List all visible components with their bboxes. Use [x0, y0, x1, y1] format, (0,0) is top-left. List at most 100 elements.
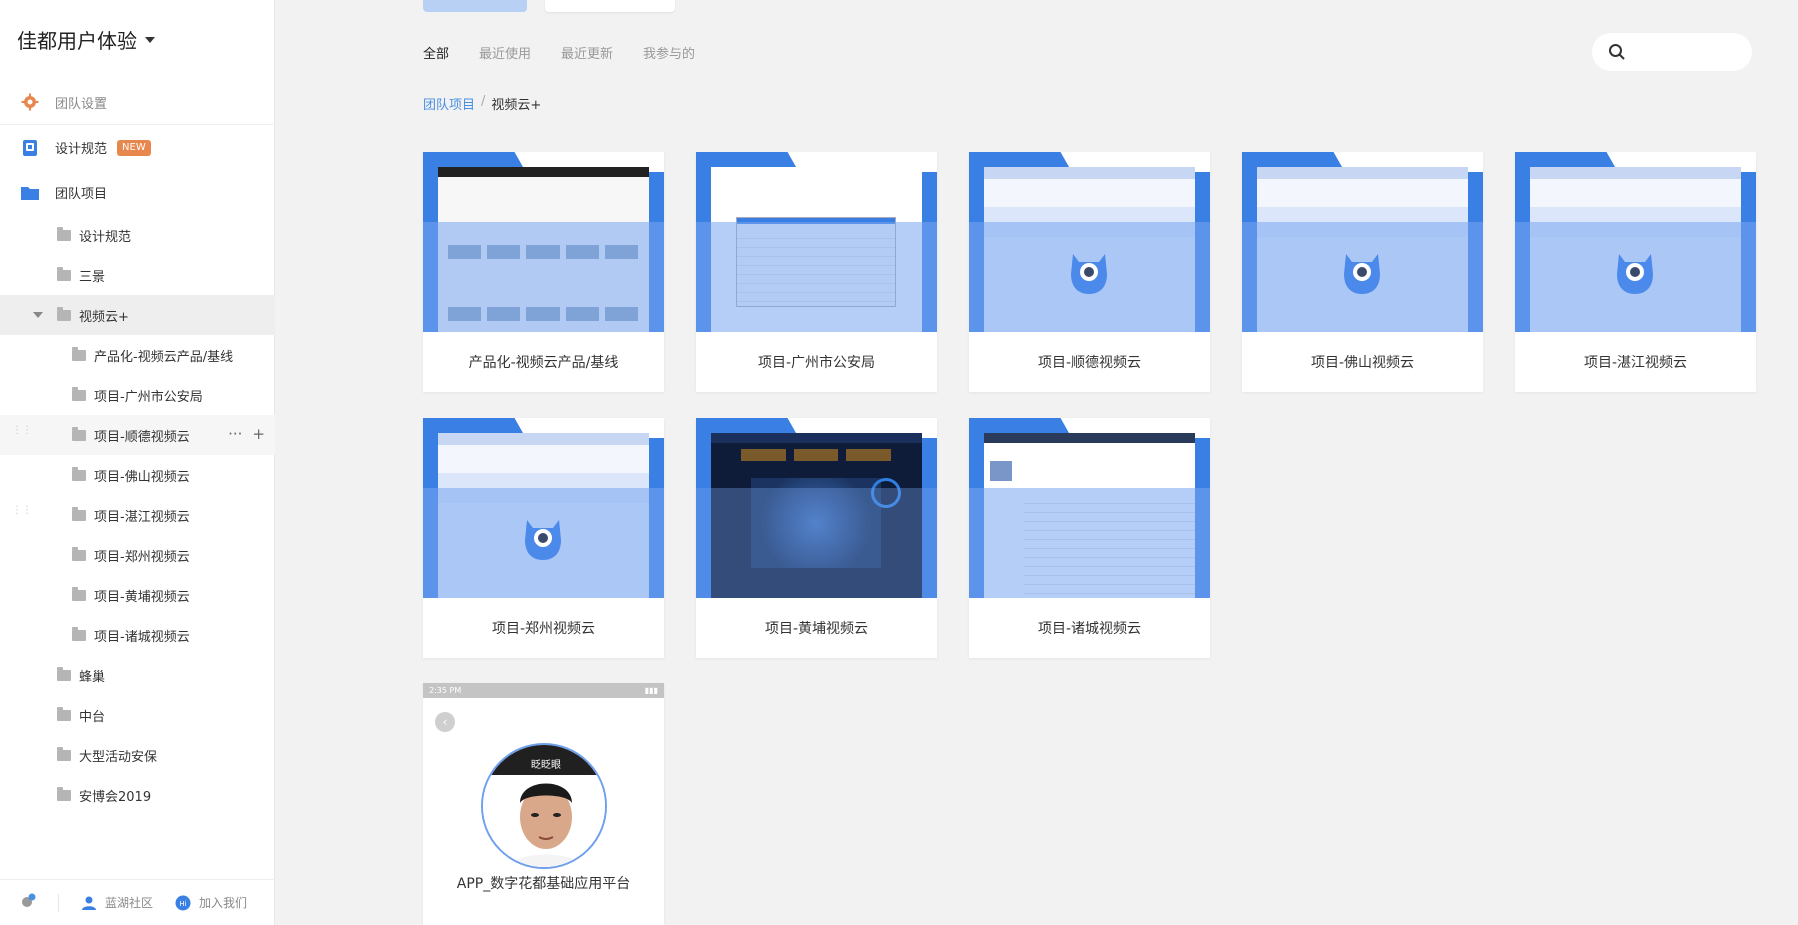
add-icon[interactable]: + [252, 425, 265, 443]
tree-subitem[interactable]: 产品化-视频云产品/基线 [0, 335, 275, 375]
project-name: 项目-黄埔视频云 [764, 621, 869, 637]
row-actions: ··· + [228, 425, 265, 443]
tree-item[interactable]: 三景 [0, 255, 275, 295]
project-tree: 设计规范 三景 视频云+ 产品化-视频云产品/基线 项目-广州市公安局 ⋮⋮ 项… [0, 215, 275, 815]
notification-icon[interactable] [20, 893, 36, 912]
folder-icon [72, 586, 86, 601]
tree-subitem[interactable]: 项目-佛山视频云 [0, 455, 275, 495]
status-time: 2:35 PM [429, 686, 462, 695]
community-link[interactable]: 蓝湖社区 [81, 894, 153, 911]
breadcrumb-current: 视频云+ [491, 98, 542, 113]
folder-icon [57, 786, 71, 801]
project-card[interactable]: 项目-佛山视频云 [1242, 152, 1483, 392]
tree-item[interactable]: 中台 [0, 695, 275, 735]
more-icon[interactable]: ··· [228, 425, 242, 443]
tree-item[interactable]: 大型活动安保 [0, 735, 275, 775]
folder-icon [57, 266, 71, 281]
project-card[interactable]: 项目-诸城视频云 [969, 418, 1210, 658]
project-card[interactable]: 项目-湛江视频云 [1515, 152, 1756, 392]
sidebar: 佳都用户体验 团队设置 设计规范 NEW 团队项目 设计规范 三景 视频云+ 产… [0, 0, 275, 925]
project-name: 项目-郑州视频云 [491, 621, 596, 637]
folder-icon [72, 426, 86, 441]
top-tab-primary[interactable] [423, 0, 527, 12]
mascot-icon [1617, 254, 1653, 294]
mascot-icon [1071, 254, 1107, 294]
tree-subitem-hover[interactable]: ⋮⋮ 项目-顺德视频云 ··· + [0, 415, 275, 455]
tree-item[interactable]: 安博会2019 [0, 775, 275, 815]
tab-participated[interactable]: 我参与的 [643, 43, 695, 62]
team-switcher[interactable]: 佳都用户体验 [17, 25, 155, 54]
project-name: 项目-顺德视频云 [1037, 355, 1142, 371]
new-badge: NEW [117, 139, 151, 156]
folder-thumbnail [696, 418, 937, 598]
tree-item-expanded[interactable]: 视频云+ [0, 295, 275, 335]
nav-label: 团队项目 [55, 187, 108, 202]
tree-subitem[interactable]: 项目-黄埔视频云 [0, 575, 275, 615]
face-illustration [483, 775, 605, 867]
folder-icon [57, 746, 71, 761]
tree-subitem[interactable]: 项目-诸城视频云 [0, 615, 275, 655]
divider [58, 893, 59, 912]
folder-thumbnail [423, 152, 664, 332]
caret-down-icon [145, 36, 155, 43]
folder-thumbnail [969, 152, 1210, 332]
folder-icon [57, 226, 71, 241]
expand-arrow-icon[interactable] [33, 312, 43, 318]
nav-team-settings[interactable]: 团队设置 [0, 80, 275, 125]
tree-subitem[interactable]: ⋮⋮ 项目-湛江视频云 [0, 495, 275, 535]
search-icon [1609, 44, 1625, 60]
drag-handle-icon[interactable]: ⋮⋮ [12, 426, 32, 436]
folder-icon [72, 386, 86, 401]
mascot-icon [525, 520, 561, 560]
breadcrumb-separator: / [481, 94, 486, 109]
folder-icon [72, 466, 86, 481]
breadcrumb-parent[interactable]: 团队项目 [423, 94, 475, 113]
folder-icon [20, 183, 40, 203]
tab-all[interactable]: 全部 [423, 43, 449, 62]
nav-design-spec[interactable]: 设计规范 NEW [0, 125, 275, 170]
project-card[interactable]: 产品化-视频云产品/基线 [423, 152, 664, 392]
folder-icon [72, 546, 86, 561]
join-us-link[interactable]: Hi 加入我们 [175, 894, 247, 911]
top-tab-secondary[interactable] [545, 0, 675, 12]
chat-icon: Hi [175, 895, 191, 910]
breadcrumb: 团队项目 / 视频云+ [423, 94, 541, 113]
project-card[interactable]: 项目-顺德视频云 [969, 152, 1210, 392]
folder-icon [72, 626, 86, 641]
folder-icon [72, 346, 86, 361]
folder-icon [57, 666, 71, 681]
gear-icon [20, 92, 40, 112]
tree-item[interactable]: 蜂巢 [0, 655, 275, 695]
main-nav: 团队设置 设计规范 NEW 团队项目 [0, 80, 275, 215]
project-card[interactable]: 项目-黄埔视频云 [696, 418, 937, 658]
project-name: 项目-佛山视频云 [1310, 355, 1415, 371]
tab-recent-used[interactable]: 最近使用 [479, 43, 531, 62]
sidebar-footer: 蓝湖社区 Hi 加入我们 [0, 879, 275, 925]
tree-item[interactable]: 设计规范 [0, 215, 275, 255]
folder-thumbnail [1515, 152, 1756, 332]
project-name: 产品化-视频云产品/基线 [468, 355, 619, 371]
project-name: 项目-诸城视频云 [1037, 621, 1142, 637]
avatar: 眨眨眼 [481, 743, 607, 869]
app-name: APP_数字花都基础应用平台 [456, 876, 631, 892]
svg-text:Hi: Hi [179, 900, 186, 908]
tab-recent-updated[interactable]: 最近更新 [561, 43, 613, 62]
tree-subitem[interactable]: 项目-广州市公安局 [0, 375, 275, 415]
nav-label: 团队设置 [55, 96, 108, 112]
drag-handle-icon[interactable]: ⋮⋮ [12, 506, 32, 516]
folder-thumbnail [423, 418, 664, 598]
folder-thumbnail [1242, 152, 1483, 332]
search-box[interactable] [1592, 33, 1752, 71]
filter-tabs: 全部 最近使用 最近更新 我参与的 [423, 43, 695, 62]
nav-team-projects[interactable]: 团队项目 [0, 170, 275, 215]
search-input[interactable] [1636, 44, 1746, 60]
folder-thumbnail [969, 418, 1210, 598]
folder-icon [57, 706, 71, 721]
tree-subitem[interactable]: 项目-郑州视频云 [0, 535, 275, 575]
project-card[interactable]: 项目-郑州视频云 [423, 418, 664, 658]
back-icon: ‹ [435, 712, 455, 732]
book-icon [20, 138, 40, 158]
folder-icon [57, 306, 71, 321]
project-card[interactable]: 项目-广州市公安局 [696, 152, 937, 392]
app-card[interactable]: 2:35 PM ▮▮▮ ‹ 眨眨眼 APP_数字花都基础应用平台 [423, 683, 664, 925]
